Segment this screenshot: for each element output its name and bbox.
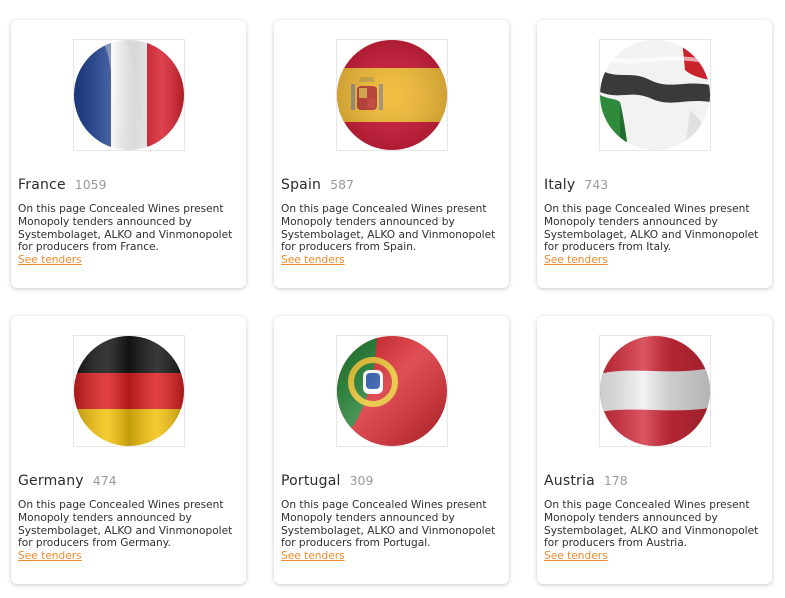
see-tenders-link[interactable]: See tenders	[18, 254, 244, 267]
see-tenders-link[interactable]: See tenders	[544, 550, 770, 563]
card-description: On this page Concealed Wines present Mon…	[281, 499, 507, 563]
country-name: Portugal	[281, 473, 341, 489]
card-description: On this page Concealed Wines present Mon…	[281, 203, 507, 267]
card-title-row: Portugal 309	[281, 470, 373, 489]
country-card-grid: France 1059 On this page Concealed Wines …	[0, 0, 785, 598]
country-name: Italy	[544, 177, 576, 193]
france-flag-icon	[73, 39, 185, 151]
see-tenders-link[interactable]: See tenders	[544, 254, 770, 267]
description-text: On this page Concealed Wines present Mon…	[544, 203, 759, 254]
country-card-italy: Italy 743 On this page Concealed Wines pr…	[537, 20, 772, 288]
country-card-austria: Austria 178 On this page Concealed Wines …	[537, 316, 772, 584]
tender-count: 474	[92, 473, 117, 488]
germany-flag-icon	[73, 335, 185, 447]
country-card-france: France 1059 On this page Concealed Wines …	[11, 20, 246, 288]
description-text: On this page Concealed Wines present Mon…	[18, 499, 233, 550]
card-title-row: Italy 743	[544, 174, 608, 193]
tender-count: 178	[603, 473, 628, 488]
card-title-row: Germany 474	[18, 470, 117, 489]
country-name: France	[18, 177, 66, 193]
card-description: On this page Concealed Wines present Mon…	[18, 203, 244, 267]
country-card-germany: Germany 474 On this page Concealed Wines …	[11, 316, 246, 584]
see-tenders-link[interactable]: See tenders	[281, 550, 507, 563]
card-title-row: Spain 587	[281, 174, 354, 193]
spain-flag-icon	[336, 39, 448, 151]
tender-count: 587	[330, 177, 354, 192]
country-card-spain: Spain 587 On this page Concealed Wines pr…	[274, 20, 509, 288]
description-text: On this page Concealed Wines present Mon…	[281, 499, 496, 550]
card-title-row: France 1059	[18, 174, 107, 193]
tender-count: 1059	[74, 177, 107, 192]
card-description: On this page Concealed Wines present Mon…	[544, 203, 770, 267]
tender-count: 743	[584, 177, 609, 192]
country-name: Spain	[281, 177, 322, 193]
country-name: Austria	[544, 473, 595, 489]
country-card-portugal: Portugal 309 On this page Concealed Wines…	[274, 316, 509, 584]
austria-flag-icon	[599, 335, 711, 447]
description-text: On this page Concealed Wines present Mon…	[544, 499, 759, 550]
description-text: On this page Concealed Wines present Mon…	[18, 203, 233, 254]
country-name: Germany	[18, 473, 84, 489]
see-tenders-link[interactable]: See tenders	[281, 254, 507, 267]
card-description: On this page Concealed Wines present Mon…	[18, 499, 244, 563]
portugal-flag-icon	[336, 335, 448, 447]
card-description: On this page Concealed Wines present Mon…	[544, 499, 770, 563]
see-tenders-link[interactable]: See tenders	[18, 550, 244, 563]
italy-flag-icon	[599, 39, 711, 151]
tender-count: 309	[349, 473, 374, 488]
card-title-row: Austria 178	[544, 470, 628, 489]
description-text: On this page Concealed Wines present Mon…	[281, 203, 496, 254]
